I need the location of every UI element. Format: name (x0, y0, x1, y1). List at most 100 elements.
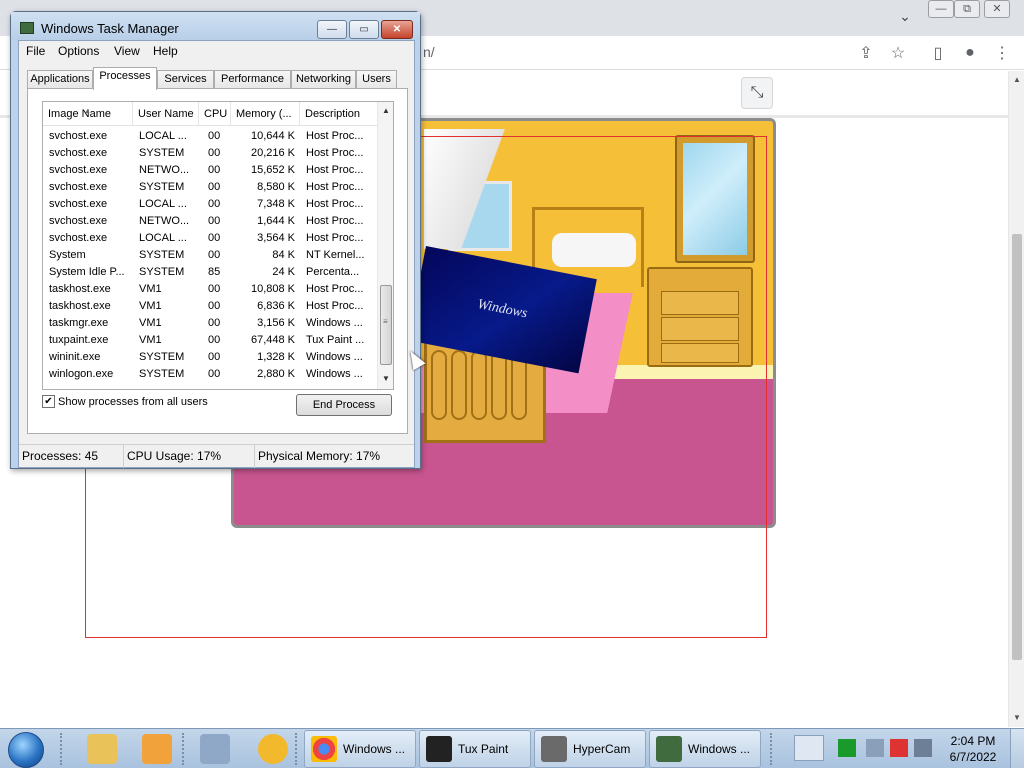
tab-networking[interactable]: Networking (291, 70, 356, 89)
table-row[interactable]: svchost.exe NETWO... 00 15,652 K Host Proc..… (43, 163, 377, 180)
process-memory: 7,348 K (257, 198, 295, 210)
process-cpu: 00 (208, 317, 221, 329)
taskbar: Windows ... Tux Paint HyperCam Windows .… (0, 728, 1024, 768)
tab-users[interactable]: Users (356, 70, 397, 89)
scroll-up-arrow-icon[interactable]: ▲ (382, 106, 390, 115)
volume-icon[interactable] (914, 739, 932, 757)
menu-bar: File Options View Help (19, 41, 414, 61)
process-image-name: taskhost.exe (49, 300, 111, 312)
process-description: Host Proc... (306, 215, 364, 227)
clock[interactable]: 2:04 PM 6/7/2022 (944, 733, 1002, 765)
scroll-up-arrow-icon[interactable]: ▲ (1013, 75, 1021, 84)
table-row[interactable]: System Idle P... SYSTEM 85 24 K Percenta... (43, 265, 377, 282)
address-bar[interactable]: n/ (423, 44, 435, 60)
process-list-scroll-thumb[interactable]: ≡ (380, 285, 392, 365)
process-memory: 1,644 K (257, 215, 295, 227)
table-row[interactable]: svchost.exe LOCAL ... 00 3,564 K Host Proc..… (43, 231, 377, 248)
process-cpu: 00 (208, 215, 221, 227)
network-icon[interactable] (866, 739, 884, 757)
share-icon[interactable]: ⇪ (854, 41, 878, 65)
taskbar-button-task-manager[interactable]: Windows ... (649, 730, 761, 768)
browser-close-button[interactable]: ✕ (984, 0, 1010, 18)
chrome-icon (311, 736, 337, 762)
table-row[interactable]: svchost.exe LOCAL ... 00 10,644 K Host Proc.… (43, 129, 377, 146)
process-user-name: VM1 (139, 283, 162, 295)
menu-file[interactable]: File (26, 44, 45, 58)
column-memory[interactable]: Memory (... (231, 102, 300, 126)
tab-services[interactable]: Services (157, 70, 214, 89)
tab-applications[interactable]: Applications (27, 70, 93, 89)
table-row[interactable]: System SYSTEM 00 84 K NT Kernel... (43, 248, 377, 265)
taskbar-button-tux-paint[interactable]: Tux Paint (419, 730, 531, 768)
taskbar-grip (60, 733, 64, 765)
process-list[interactable]: ▲ Image Name User Name CPU Memory (... D… (42, 101, 394, 390)
process-cpu: 00 (208, 164, 221, 176)
process-memory: 20,216 K (250, 147, 295, 159)
process-memory: 67,448 K (250, 334, 295, 346)
taskbar-button-chrome[interactable]: Windows ... (304, 730, 416, 768)
table-row[interactable]: taskhost.exe VM1 00 10,808 K Host Proc... (43, 282, 377, 299)
table-row[interactable]: svchost.exe SYSTEM 00 8,580 K Host Proc... (43, 180, 377, 197)
taskbar-grip (770, 733, 774, 765)
tab-search-button[interactable]: ⌄ (896, 8, 914, 26)
maximize-button[interactable]: ▭ (349, 20, 379, 39)
action-center-icon[interactable] (890, 739, 908, 757)
column-cpu[interactable]: CPU (199, 102, 231, 126)
security-icon[interactable] (258, 734, 288, 764)
process-description: Host Proc... (306, 283, 364, 295)
tab-processes[interactable]: Processes (93, 67, 157, 90)
side-panel-icon[interactable]: ▯ (926, 41, 950, 65)
close-button[interactable]: ✕ (381, 20, 413, 39)
task-manager-body: File Options View Help Applications Proc… (18, 40, 415, 468)
status-processes: Processes: 45 (19, 445, 124, 468)
bookmark-star-icon[interactable]: ☆ (886, 41, 910, 65)
table-row[interactable]: taskmgr.exe VM1 00 3,156 K Windows ... (43, 316, 377, 333)
task-manager-window[interactable]: Windows Task Manager — ▭ ✕ File Options … (10, 11, 421, 469)
show-all-users-checkbox-row[interactable]: ✔ Show processes from all users (42, 395, 208, 408)
process-image-name: svchost.exe (49, 198, 108, 210)
table-row[interactable]: svchost.exe NETWO... 00 1,644 K Host Proc... (43, 214, 377, 231)
page-scrollbar[interactable]: ▲ ▼ (1008, 71, 1024, 727)
start-button[interactable] (8, 732, 44, 768)
browser-minimize-button[interactable]: — (928, 0, 954, 18)
folder-icon[interactable] (87, 734, 117, 764)
menu-view[interactable]: View (114, 44, 140, 58)
column-user-name[interactable]: User Name (133, 102, 199, 126)
menu-help[interactable]: Help (153, 44, 178, 58)
column-image-name[interactable]: ▲ Image Name (43, 102, 133, 126)
status-bar: Processes: 45 CPU Usage: 17% Physical Me… (19, 444, 414, 468)
battery-icon[interactable] (838, 739, 856, 757)
taskbar-button-hypercam[interactable]: HyperCam (534, 730, 646, 768)
process-description: Host Proc... (306, 198, 364, 210)
process-list-scrollbar[interactable]: ▲ ≡ ▼ (377, 102, 393, 389)
table-row[interactable]: taskhost.exe VM1 00 6,836 K Host Proc... (43, 299, 377, 316)
show-all-users-checkbox[interactable]: ✔ (42, 395, 55, 408)
process-image-name: taskmgr.exe (49, 317, 109, 329)
end-process-button[interactable]: End Process (296, 394, 392, 416)
table-row[interactable]: wininit.exe SYSTEM 00 1,328 K Windows ... (43, 350, 377, 367)
minimize-button[interactable]: — (317, 20, 347, 39)
keyboard-icon[interactable] (200, 734, 230, 764)
pen-input-icon[interactable] (794, 735, 824, 761)
media-player-icon[interactable] (142, 734, 172, 764)
scroll-down-arrow-icon[interactable]: ▼ (382, 374, 390, 383)
browser-restore-button[interactable]: ⧉ (954, 0, 980, 18)
exit-fullscreen-button[interactable]: ⤡ (741, 77, 773, 109)
table-row[interactable]: tuxpaint.exe VM1 00 67,448 K Tux Paint ... (43, 333, 377, 350)
show-desktop-button[interactable] (1010, 729, 1024, 768)
menu-options[interactable]: Options (58, 44, 99, 58)
process-memory: 24 K (272, 266, 295, 278)
tab-performance[interactable]: Performance (214, 70, 291, 89)
process-user-name: VM1 (139, 300, 162, 312)
table-row[interactable]: winlogon.exe SYSTEM 00 2,880 K Windows ... (43, 367, 377, 384)
column-description[interactable]: Description (300, 102, 377, 126)
browser-menu-icon[interactable]: ⋮ (990, 41, 1014, 65)
scroll-down-arrow-icon[interactable]: ▼ (1013, 713, 1021, 722)
table-row[interactable]: svchost.exe LOCAL ... 00 7,348 K Host Proc..… (43, 197, 377, 214)
profile-avatar-icon[interactable]: ● (958, 41, 982, 65)
page-scroll-thumb[interactable] (1012, 234, 1022, 660)
table-row[interactable]: svchost.exe SYSTEM 00 20,216 K Host Proc... (43, 146, 377, 163)
task-manager-titlebar[interactable]: Windows Task Manager — ▭ ✕ (11, 12, 420, 40)
process-image-name: winlogon.exe (49, 368, 114, 380)
process-memory: 6,836 K (257, 300, 295, 312)
